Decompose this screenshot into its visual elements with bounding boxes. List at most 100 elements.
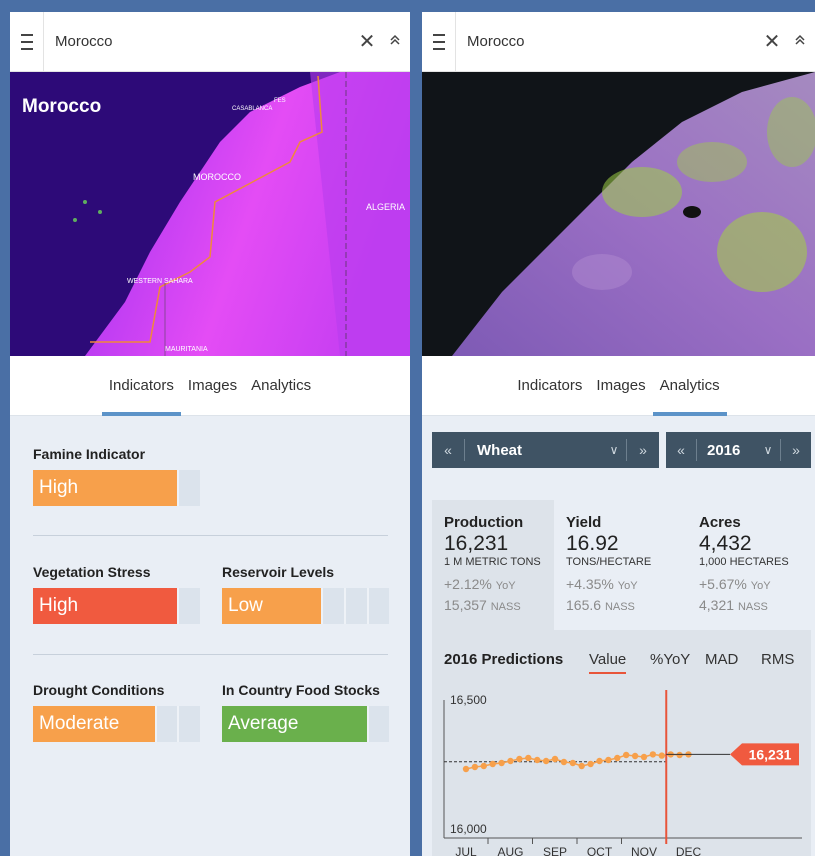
- bar-segment: [177, 588, 200, 624]
- data-point: [480, 762, 487, 770]
- pred-tab-rms[interactable]: RMS: [761, 651, 794, 668]
- stat-title: Production: [444, 514, 524, 531]
- satellite-map[interactable]: Morocco FES CASABLANCA MOROCCO ALGERIA W…: [10, 72, 410, 356]
- x-tick-label: DEC: [676, 845, 702, 856]
- data-point: [596, 757, 603, 765]
- food-stocks-value: Average: [222, 706, 367, 742]
- left-panel: Morocco ✕ Morocco FES CASABLANCA MOROCCO…: [10, 12, 410, 856]
- close-icon[interactable]: ✕: [759, 29, 785, 54]
- map-place-western-sahara: WESTERN SAHARA: [127, 278, 193, 285]
- map-place-morocco: MOROCCO: [193, 172, 241, 182]
- reservoir-levels-bar: Low: [222, 588, 389, 624]
- food-stocks-bar: Average: [222, 706, 389, 742]
- pred-tab-yoy[interactable]: %YoY: [650, 651, 690, 668]
- data-point: [534, 756, 541, 764]
- stat-unit: 1 M METRIC TONS: [444, 556, 541, 568]
- map-place-mauritania: MAURITANIA: [165, 346, 208, 353]
- x-tick-label: AUG: [497, 845, 523, 856]
- collapse-icon[interactable]: [785, 34, 815, 49]
- pred-tab-value[interactable]: Value: [589, 651, 627, 674]
- x-tick-label: NOV: [631, 845, 657, 856]
- tab-indicators[interactable]: Indicators: [101, 356, 181, 416]
- bar-segment: [321, 588, 344, 624]
- stat-yoy: +5.67% YoY: [699, 576, 771, 592]
- stat-value: 16,231: [444, 532, 509, 555]
- data-point: [560, 758, 568, 766]
- stats-row: Production 16,231 1 M METRIC TONS +2.12%…: [432, 500, 811, 630]
- bar-segment: [177, 706, 200, 742]
- data-point: [516, 755, 523, 763]
- y-tick-label: 16,500: [450, 693, 487, 707]
- predictions-panel: 2016 Predictions Value %YoY MAD RMS 16,5…: [432, 630, 811, 856]
- bar-segment: [367, 588, 389, 624]
- year-selector: « 2016 ∨ »: [666, 432, 811, 468]
- tab-analytics[interactable]: Analytics: [652, 356, 727, 416]
- menu-icon[interactable]: [422, 12, 456, 72]
- data-point: [676, 751, 683, 759]
- stat-value: 16.92: [566, 532, 619, 555]
- reservoir-levels-label: Reservoir Levels: [222, 564, 335, 580]
- data-point: [471, 763, 479, 771]
- x-tick-label: SEP: [543, 845, 567, 856]
- x-tick-label: OCT: [587, 845, 613, 856]
- stat-nass: 165.6 NASS: [566, 597, 635, 613]
- chevron-down-icon[interactable]: ∨: [602, 443, 626, 457]
- predictions-chart[interactable]: 16,500 16,000 JUL AUG SEP OCT NOV DEC 16,231: [432, 690, 811, 856]
- chevron-down-icon[interactable]: ∨: [756, 443, 780, 457]
- year-next-button[interactable]: »: [781, 442, 811, 458]
- data-point: [462, 765, 470, 773]
- bar-segment: [367, 706, 389, 742]
- map-place-casablanca: CASABLANCA: [232, 106, 273, 112]
- vegetation-stress-label: Vegetation Stress: [33, 564, 151, 580]
- drought-conditions-value: Moderate: [33, 706, 155, 742]
- pred-tab-mad[interactable]: MAD: [705, 651, 738, 668]
- data-point: [631, 752, 639, 760]
- map-place-fes: FES: [274, 98, 286, 104]
- crop-value[interactable]: Wheat: [465, 442, 602, 459]
- crop-prev-button[interactable]: «: [432, 442, 464, 458]
- stat-unit: TONS/HECTARE: [566, 556, 652, 568]
- bar-segment: [155, 706, 177, 742]
- data-point: [498, 759, 505, 767]
- search-bar: Morocco ✕: [10, 12, 410, 72]
- stat-yield[interactable]: Yield 16.92 TONS/HECTARE +4.35% YoY 165.…: [554, 500, 687, 630]
- bar-segment: [344, 588, 367, 624]
- search-input[interactable]: Morocco: [44, 33, 354, 50]
- data-point: [623, 751, 630, 759]
- stat-title: Yield: [566, 514, 602, 531]
- x-tick-label: JUL: [455, 845, 477, 856]
- divider: [33, 654, 388, 655]
- close-icon[interactable]: ✕: [354, 29, 380, 54]
- analytics-panel: « Wheat ∨ » « 2016 ∨ » Production 16,231…: [422, 416, 815, 856]
- indicators-panel: Famine Indicator High Vegetation Stress …: [10, 416, 410, 856]
- data-point: [605, 756, 612, 764]
- stat-title: Acres: [699, 514, 741, 531]
- satellite-image[interactable]: [422, 72, 815, 356]
- stat-acres[interactable]: Acres 4,432 1,000 HECTARES +5.67% YoY 4,…: [687, 500, 811, 630]
- famine-indicator-bar: High: [33, 470, 200, 506]
- search-input[interactable]: Morocco: [456, 33, 759, 50]
- crop-next-button[interactable]: »: [627, 442, 659, 458]
- tab-bar: Indicators Images Analytics: [10, 356, 410, 416]
- famine-indicator-label: Famine Indicator: [33, 446, 146, 462]
- tab-images[interactable]: Images: [589, 356, 652, 416]
- crop-selector: « Wheat ∨ »: [432, 432, 659, 468]
- tab-indicators[interactable]: Indicators: [510, 356, 589, 416]
- food-stocks-label: In Country Food Stocks: [222, 682, 380, 698]
- stat-yoy: +2.12% YoY: [444, 576, 516, 592]
- year-value[interactable]: 2016: [697, 442, 756, 459]
- tab-analytics[interactable]: Analytics: [244, 356, 318, 416]
- data-point: [649, 751, 657, 758]
- stat-production[interactable]: Production 16,231 1 M METRIC TONS +2.12%…: [432, 500, 554, 630]
- divider: [33, 535, 388, 536]
- vegetation-stress-bar: High: [33, 588, 200, 624]
- data-point: [658, 752, 665, 759]
- data-point: [640, 753, 648, 761]
- collapse-icon[interactable]: [380, 34, 410, 49]
- vegetation-stress-value: High: [33, 588, 177, 624]
- year-prev-button[interactable]: «: [666, 442, 696, 458]
- menu-icon[interactable]: [10, 12, 44, 72]
- data-point: [542, 757, 550, 765]
- tab-images[interactable]: Images: [181, 356, 244, 416]
- data-point: [525, 754, 532, 762]
